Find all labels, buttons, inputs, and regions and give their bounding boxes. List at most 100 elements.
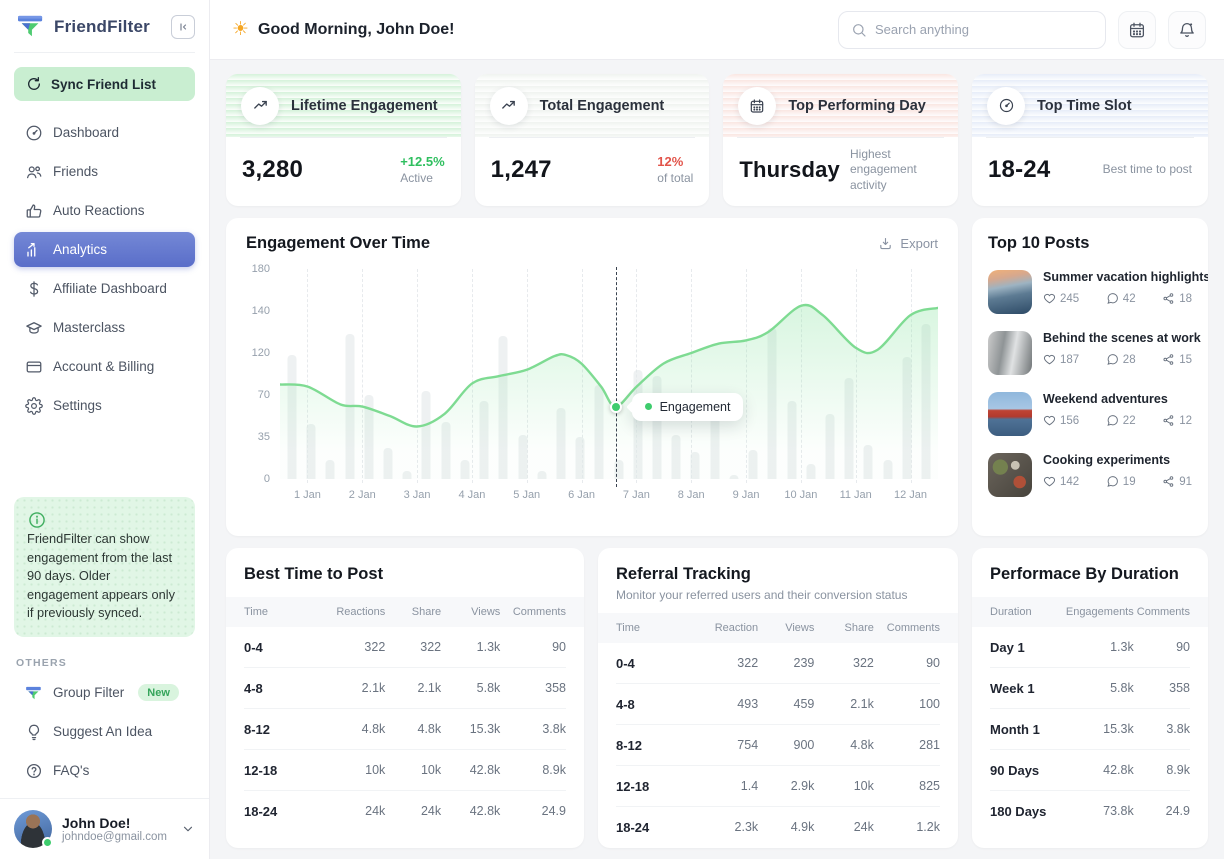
- stat-note: Best time to post: [1103, 162, 1192, 178]
- table-row: 18-242.3k4.9k24k1.2k: [616, 807, 940, 847]
- x-tick-label: 10 Jan: [773, 489, 828, 501]
- stat-note: of total: [657, 171, 693, 187]
- sidebar-item-suggest-idea[interactable]: Suggest An Idea: [14, 714, 195, 749]
- cell-value: 42.8k: [1065, 763, 1134, 777]
- list-item[interactable]: Behind the scenes at work 187 28 15: [988, 331, 1192, 375]
- cell-value: 3.8k: [1134, 722, 1190, 736]
- trend-up-icon: [490, 87, 528, 125]
- post-thumbnail: [988, 392, 1032, 436]
- sync-info-note: FriendFilter can show engagement from th…: [14, 497, 195, 637]
- top-posts-card: Top 10 Posts Summer vacation highlights …: [972, 218, 1208, 536]
- duration-table: DurationEngagementsCommentsDay 11.3k90We…: [990, 597, 1190, 831]
- stat-delta: +12.5%: [400, 154, 444, 171]
- legend-dot: [645, 403, 652, 410]
- collapse-sidebar-button[interactable]: [171, 15, 195, 39]
- comment-icon: [1106, 353, 1119, 366]
- sidebar-item-label: Account & Billing: [53, 359, 154, 374]
- sidebar-item-label: Group Filter: [53, 685, 124, 700]
- cell-value: 1.3k: [441, 640, 500, 654]
- list-item[interactable]: Summer vacation highlights 245 42 18: [988, 270, 1192, 314]
- sidebar-item-masterclass[interactable]: Masterclass: [14, 310, 195, 345]
- table-header: TimeReactionViewsShareComments: [598, 613, 958, 643]
- stat-card-top-performing-day: Top Performing Day Thursday Highest enga…: [723, 74, 958, 206]
- sidebar-item-label: Dashboard: [53, 125, 119, 140]
- sidebar-item-label: Friends: [53, 164, 98, 179]
- sidebar-item-dashboard[interactable]: Dashboard: [14, 115, 195, 150]
- cell-value: 5.8k: [1065, 681, 1134, 695]
- sidebar-item-account-billing[interactable]: Account & Billing: [14, 349, 195, 384]
- search-icon: [851, 22, 867, 38]
- sidebar-item-label: Masterclass: [53, 320, 125, 335]
- dashboard-content: Lifetime Engagement 3,280 +12.5% Active: [210, 60, 1224, 859]
- share-count: 91: [1179, 476, 1192, 488]
- sidebar-item-affiliate-dashboard[interactable]: Affiliate Dashboard: [14, 271, 195, 306]
- table-row: 180 Days73.8k24.9: [990, 791, 1190, 831]
- list-item[interactable]: Cooking experiments 142 19 91: [988, 453, 1192, 497]
- cell-value: 24k: [320, 804, 386, 818]
- sidebar-item-label: Suggest An Idea: [53, 724, 152, 739]
- cell-value: 322: [814, 656, 874, 670]
- cell-value: 281: [874, 738, 940, 752]
- row-label: 180 Days: [990, 804, 1065, 819]
- like-count: 187: [1060, 354, 1079, 366]
- sidebar-item-label: FAQ's: [53, 763, 89, 778]
- column-header: Comments: [1134, 606, 1190, 618]
- chart-marker-dot: [610, 401, 622, 413]
- cell-value: 2.9k: [758, 779, 814, 793]
- profile-menu[interactable]: John Doe! johndoe@gmail.com: [0, 798, 209, 859]
- row-label: 18-24: [616, 820, 692, 835]
- best-time-to-post-card: Best Time to Post TimeReactionsShareView…: [226, 548, 584, 848]
- column-header: Time: [616, 622, 692, 634]
- share-count: 12: [1179, 415, 1192, 427]
- cell-value: 2.1k: [320, 681, 386, 695]
- sidebar-item-settings[interactable]: Settings: [14, 388, 195, 423]
- table-header: TimeReactionsShareViewsComments: [226, 597, 584, 627]
- list-item[interactable]: Weekend adventures 156 22 12: [988, 392, 1192, 436]
- notifications-button[interactable]: [1168, 11, 1206, 49]
- chart-cursor-line: [616, 267, 617, 487]
- column-header: Comments: [500, 606, 566, 618]
- sidebar-nav: Dashboard Friends Auto Reactions Analyti…: [0, 111, 209, 423]
- download-icon: [878, 236, 893, 251]
- stat-value: 3,280: [242, 156, 303, 184]
- comment-icon: [1106, 292, 1119, 305]
- cell-value: 100: [874, 697, 940, 711]
- column-header: Reactions: [320, 606, 386, 618]
- cell-value: 1.2k: [874, 820, 940, 834]
- y-tick-label: 120: [252, 347, 270, 359]
- sidebar-item-auto-reactions[interactable]: Auto Reactions: [14, 193, 195, 228]
- share-count: 15: [1179, 354, 1192, 366]
- row-label: 8-12: [244, 722, 320, 737]
- cell-value: 24.9: [500, 804, 566, 818]
- x-tick-label: 9 Jan: [719, 489, 774, 501]
- cell-value: 15.3k: [1065, 722, 1134, 736]
- sidebar-item-friends[interactable]: Friends: [14, 154, 195, 189]
- sidebar-item-label: Affiliate Dashboard: [53, 281, 167, 296]
- referral-tracking-card: Referral Tracking Monitor your referred …: [598, 548, 958, 848]
- heart-icon: [1043, 414, 1056, 427]
- calendar-button[interactable]: [1118, 11, 1156, 49]
- export-button[interactable]: Export: [878, 236, 938, 251]
- chart-plot[interactable]: Engagement: [280, 269, 938, 479]
- heart-icon: [1043, 292, 1056, 305]
- info-note-text: FriendFilter can show engagement from th…: [27, 530, 182, 623]
- stat-value: Thursday: [739, 157, 840, 183]
- collapse-sidebar-icon: [177, 21, 189, 33]
- column-header: Engagements: [1065, 606, 1134, 618]
- analytics-icon: [24, 240, 43, 259]
- tooltip-label: Engagement: [660, 400, 731, 414]
- cell-value: 24k: [814, 820, 874, 834]
- cell-value: 1.3k: [1065, 640, 1134, 654]
- online-status-dot: [42, 837, 53, 848]
- sidebar-item-faqs[interactable]: FAQ's: [14, 753, 195, 788]
- search-input[interactable]: [875, 22, 1093, 37]
- sync-friend-list-button[interactable]: Sync Friend List: [14, 67, 195, 101]
- column-header: Share: [814, 622, 874, 634]
- top-posts-title: Top 10 Posts: [988, 234, 1089, 252]
- sidebar-item-analytics[interactable]: Analytics: [14, 232, 195, 267]
- cell-value: 73.8k: [1065, 804, 1134, 818]
- thumbs-up-icon: [24, 201, 43, 220]
- sidebar-item-group-filter[interactable]: Group Filter New: [14, 675, 195, 710]
- profile-email: johndoe@gmail.com: [62, 831, 167, 843]
- cell-value: 493: [692, 697, 758, 711]
